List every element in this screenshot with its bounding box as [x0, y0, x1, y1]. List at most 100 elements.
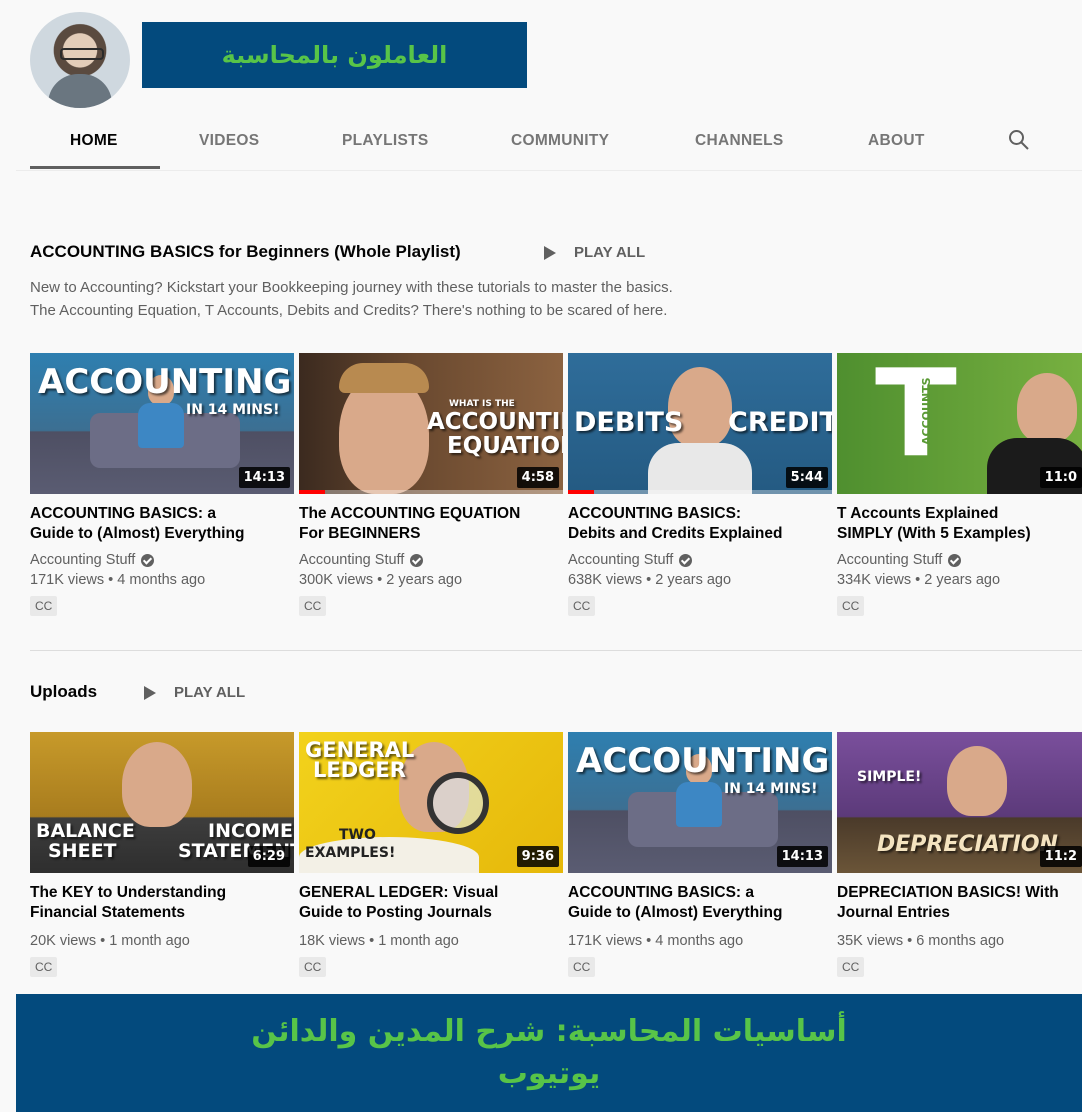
person-shape	[1017, 373, 1077, 443]
playlist-play-all-button[interactable]: PLAY ALL	[544, 244, 645, 261]
video-meta: 638K views • 2 years ago	[568, 572, 732, 588]
video-title[interactable]: T Accounts Explained SIMPLY (With 5 Examp…	[837, 504, 1082, 544]
thumb-text: SIMPLE!	[857, 769, 922, 785]
video-title-line: ACCOUNTING BASICS:	[568, 505, 742, 522]
tab-home[interactable]: HOME	[70, 132, 118, 150]
thumb-text: ACCOUNTING	[576, 741, 830, 781]
video-title-line: The KEY to Understanding	[30, 884, 227, 901]
video-card[interactable]: DEBITS CREDITS 5:44 ACCOUNTING BASICS: De…	[568, 353, 832, 616]
video-title[interactable]: ACCOUNTING BASICS: Debits and Credits Exp…	[568, 504, 832, 544]
play-icon	[144, 685, 156, 700]
tab-community[interactable]: COMMUNITY	[511, 132, 609, 150]
video-card[interactable]: ACCOUNTING IN 14 MINS! 14:13 ACCOUNTING …	[568, 732, 832, 977]
video-thumbnail[interactable]: ACCOUNTING IN 14 MINS! 14:13	[30, 353, 294, 494]
channel-title: العاملون بالمحاسبة	[221, 41, 448, 69]
video-meta: 300K views • 2 years ago	[299, 572, 463, 588]
video-duration: 14:13	[238, 467, 290, 488]
video-title-line: ACCOUNTING BASICS: a	[568, 884, 755, 901]
channel-link[interactable]: Accounting Stuff	[299, 552, 563, 568]
video-title-line: For BEGINNERS	[299, 525, 421, 542]
tab-channels[interactable]: CHANNELS	[695, 132, 784, 150]
video-duration: 11:2	[1039, 846, 1082, 867]
thumb-text: ACCOUNTING	[38, 362, 292, 402]
playlist-description: New to Accounting? Kickstart your Bookke…	[30, 276, 673, 322]
video-title[interactable]: The KEY to Understanding Financial Statem…	[30, 883, 294, 923]
video-title-line: SIMPLY (With 5 Examples)	[837, 525, 1031, 542]
channel-name: Accounting Stuff	[837, 552, 943, 568]
video-meta: 334K views • 2 years ago	[837, 572, 1001, 588]
cc-badge: CC	[837, 596, 865, 616]
video-duration: 4:58	[516, 467, 559, 488]
channel-link[interactable]: Accounting Stuff	[837, 552, 1082, 568]
video-thumbnail[interactable]: GENERAL LEDGER TWO EXAMPLES! 9:36	[299, 732, 563, 873]
thumb-text: INCOME	[208, 820, 293, 842]
video-meta: 20K views • 1 month ago	[30, 933, 190, 949]
banner-line: أساسيات المحاسبة: شرح المدين والدائن	[251, 1014, 847, 1049]
tab-about[interactable]: ABOUT	[868, 132, 925, 150]
thumb-text: ACCOUNTING	[427, 409, 563, 435]
thumb-text: ACCOUNTS	[920, 377, 933, 445]
video-title[interactable]: ACCOUNTING BASICS: a Guide to (Almost) Ev…	[568, 883, 832, 923]
verified-icon	[948, 553, 962, 567]
video-title[interactable]: ACCOUNTING BASICS: a Guide to (Almost) Ev…	[30, 504, 294, 544]
video-thumbnail[interactable]: T ACCOUNTS 11:0	[837, 353, 1082, 494]
search-icon[interactable]	[1007, 128, 1031, 152]
video-title-line: GENERAL LEDGER: Visual	[299, 884, 499, 901]
video-title[interactable]: DEPRECIATION BASICS! With Journal Entries	[837, 883, 1082, 923]
cc-badge: CC	[568, 596, 596, 616]
video-title-line: T Accounts Explained	[837, 505, 999, 522]
thumb-text: IN 14 MINS!	[724, 781, 818, 797]
person-shirt-shape	[648, 443, 752, 494]
video-card[interactable]: GENERAL LEDGER TWO EXAMPLES! 9:36 GENERA…	[299, 732, 563, 977]
channel-name: Accounting Stuff	[30, 552, 136, 568]
person-shirt-shape	[676, 782, 722, 827]
tab-videos[interactable]: VIDEOS	[199, 132, 259, 150]
video-duration: 9:36	[516, 846, 559, 867]
play-all-label: PLAY ALL	[174, 684, 246, 701]
video-duration: 11:0	[1039, 467, 1082, 488]
avatar-glasses-shape	[60, 48, 104, 60]
playlist-shelf-title[interactable]: ACCOUNTING BASICS for Beginners (Whole P…	[30, 242, 461, 262]
video-meta: 171K views • 4 months ago	[568, 933, 744, 949]
video-meta: 35K views • 6 months ago	[837, 933, 1005, 949]
video-thumbnail[interactable]: DEBITS CREDITS 5:44	[568, 353, 832, 494]
verified-icon	[410, 553, 424, 567]
thumb-text: LEDGER	[313, 758, 406, 782]
video-thumbnail[interactable]: BALANCE SHEET INCOME STATEMENT 6:29	[30, 732, 294, 873]
watch-progress-bar	[299, 490, 326, 494]
video-card[interactable]: ACCOUNTING IN 14 MINS! 14:13 ACCOUNTING …	[30, 353, 294, 616]
video-thumbnail[interactable]: WHAT IS THE ACCOUNTING EQUATION? 4:58	[299, 353, 563, 494]
video-thumbnail[interactable]: SIMPLE! DEPRECIATION 11:2	[837, 732, 1082, 873]
uploads-play-all-button[interactable]: PLAY ALL	[144, 684, 245, 701]
video-title-line: DEPRECIATION BASICS! With	[837, 884, 1059, 901]
channel-link[interactable]: Accounting Stuff	[30, 552, 294, 568]
video-title[interactable]: The ACCOUNTING EQUATION For BEGINNERS	[299, 504, 563, 544]
cc-badge: CC	[837, 957, 865, 977]
channel-avatar[interactable]	[30, 12, 130, 108]
cc-badge: CC	[30, 596, 58, 616]
video-title-line: Guide to Posting Journals	[299, 904, 492, 921]
video-title-line: Guide to (Almost) Everything	[30, 525, 245, 542]
channel-link[interactable]: Accounting Stuff	[568, 552, 832, 568]
tab-playlists[interactable]: PLAYLISTS	[342, 132, 429, 150]
video-card[interactable]: T ACCOUNTS 11:0 T Accounts Explained SIMP…	[837, 353, 1082, 616]
video-card[interactable]: SIMPLE! DEPRECIATION 11:2 DEPRECIATION B…	[837, 732, 1082, 977]
hair-shape	[339, 363, 429, 393]
progress-track	[299, 490, 563, 494]
video-title-line: Debits and Credits Explained	[568, 525, 783, 542]
channel-tabs: HOME VIDEOS PLAYLISTS COMMUNITY CHANNELS…	[0, 112, 1082, 170]
video-card[interactable]: BALANCE SHEET INCOME STATEMENT 6:29 The …	[30, 732, 294, 977]
bottom-banner: أساسيات المحاسبة: شرح المدين والدائن يوت…	[16, 994, 1082, 1112]
video-title[interactable]: GENERAL LEDGER: Visual Guide to Posting J…	[299, 883, 563, 923]
cc-badge: CC	[299, 957, 327, 977]
playlist-description-line: The Accounting Equation, T Accounts, Deb…	[30, 302, 668, 319]
video-thumbnail[interactable]: ACCOUNTING IN 14 MINS! 14:13	[568, 732, 832, 873]
video-title-line: Journal Entries	[837, 904, 950, 921]
thumb-text: T	[875, 353, 957, 484]
cc-badge: CC	[568, 957, 596, 977]
thumb-text: WHAT IS THE	[449, 399, 515, 409]
video-card[interactable]: WHAT IS THE ACCOUNTING EQUATION? 4:58 Th…	[299, 353, 563, 616]
play-icon	[544, 245, 556, 260]
uploads-shelf-title[interactable]: Uploads	[30, 682, 97, 702]
banner-line: يوتيوب	[497, 1056, 601, 1091]
